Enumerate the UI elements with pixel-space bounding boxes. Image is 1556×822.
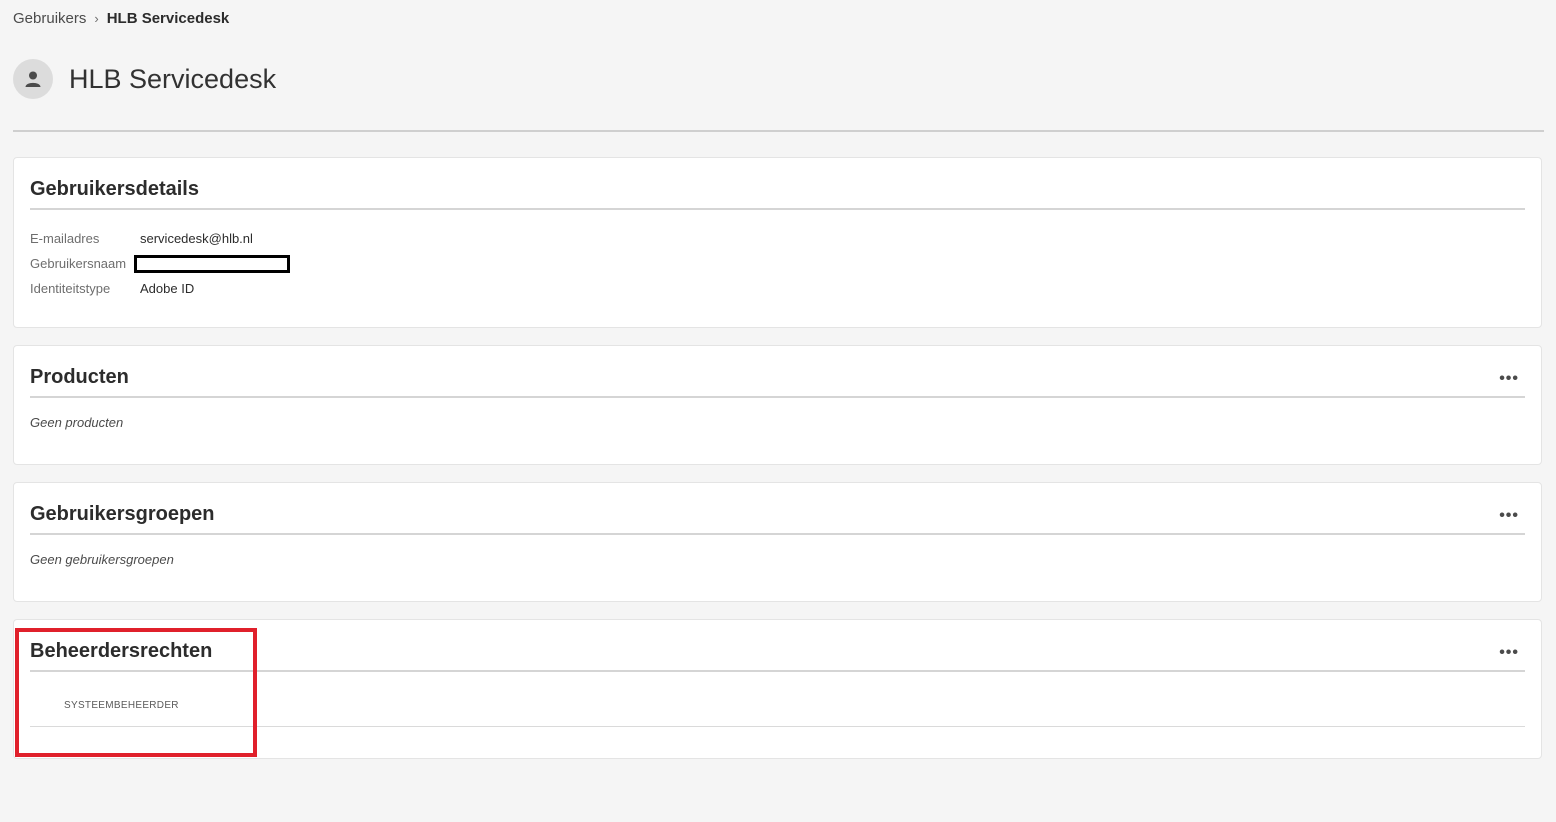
breadcrumb-link-users[interactable]: Gebruikers xyxy=(13,10,86,27)
user-groups-card: Gebruikersgroepen ••• Geen gebruikersgro… xyxy=(13,482,1542,602)
avatar xyxy=(13,59,53,99)
breadcrumb-current: HLB Servicedesk xyxy=(106,10,230,27)
admin-rights-card: Beheerdersrechten ••• SYSTEEMBEHEERDER xyxy=(13,619,1542,759)
redacted-username xyxy=(134,254,290,273)
details-row-identity-type: Identiteitstype Adobe ID xyxy=(30,276,290,301)
identity-type-value: Adobe ID xyxy=(140,281,195,296)
identity-type-label: Identiteitstype xyxy=(30,281,111,296)
card-header: Producten ••• xyxy=(30,366,1525,398)
email-label: E-mailadres xyxy=(30,231,100,246)
details-row-email: E-mailadres servicedesk@hlb.nl xyxy=(30,226,290,251)
email-value: servicedesk@hlb.nl xyxy=(140,231,253,246)
card-title-user-groups: Gebruikersgroepen xyxy=(30,503,215,525)
chevron-right-icon: › xyxy=(94,11,99,26)
header-divider xyxy=(13,130,1544,132)
products-empty-text: Geen producten xyxy=(30,415,124,430)
card-header: Gebruikersdetails xyxy=(30,178,1525,210)
user-groups-empty-text: Geen gebruikersgroepen xyxy=(30,552,174,567)
card-title-admin-rights: Beheerdersrechten xyxy=(30,640,213,662)
products-more-icon[interactable]: ••• xyxy=(1499,370,1519,388)
role-label: SYSTEEMBEHEERDER xyxy=(64,700,179,711)
card-header: Gebruikersgroepen ••• xyxy=(30,503,1525,535)
user-icon xyxy=(25,71,41,87)
details-table: E-mailadres servicedesk@hlb.nl Gebruiker… xyxy=(30,226,290,301)
card-header: Beheerdersrechten ••• xyxy=(30,640,1525,672)
products-card: Producten ••• Geen producten xyxy=(13,345,1542,465)
page-title: HLB Servicedesk xyxy=(69,63,277,94)
details-row-username: Gebruikersnaam xyxy=(30,251,290,276)
role-divider xyxy=(30,726,1525,727)
admin-rights-more-icon[interactable]: ••• xyxy=(1499,644,1519,662)
user-groups-more-icon[interactable]: ••• xyxy=(1499,507,1519,525)
breadcrumb: Gebruikers › HLB Servicedesk xyxy=(13,10,229,27)
username-label: Gebruikersnaam xyxy=(30,256,127,271)
card-title-user-details: Gebruikersdetails xyxy=(30,178,199,200)
card-title-products: Producten xyxy=(30,366,129,388)
user-details-card: Gebruikersdetails E-mailadres servicedes… xyxy=(13,157,1542,328)
page-header: HLB Servicedesk xyxy=(13,59,276,99)
